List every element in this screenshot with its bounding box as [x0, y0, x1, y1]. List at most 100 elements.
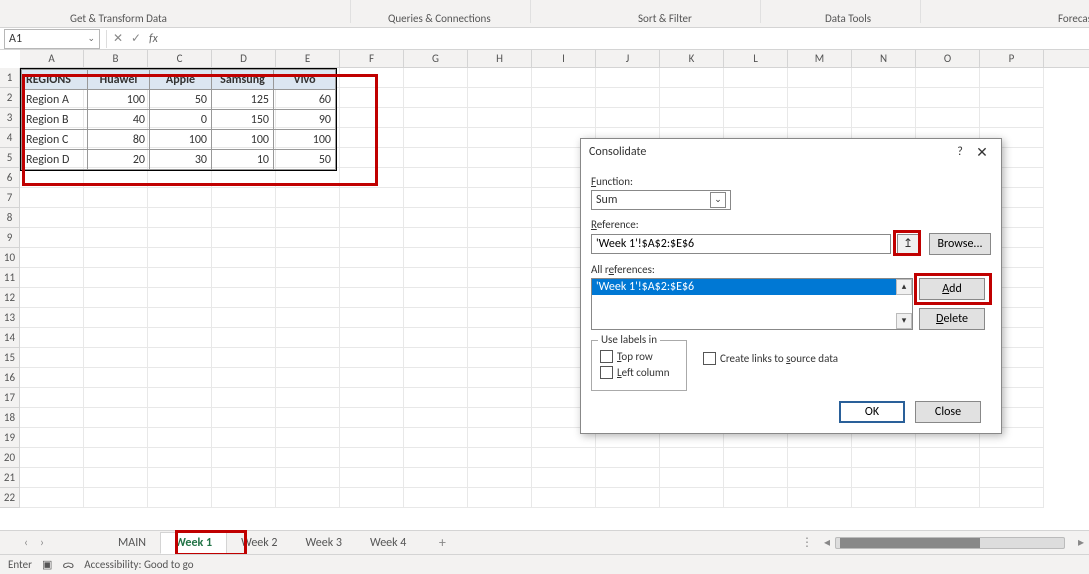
cell[interactable] — [84, 248, 148, 268]
cell[interactable] — [148, 288, 212, 308]
column-header[interactable]: B — [84, 50, 148, 67]
cell[interactable] — [852, 88, 916, 108]
row-header[interactable]: 9 — [0, 228, 20, 248]
cell[interactable] — [148, 228, 212, 248]
cell[interactable] — [916, 448, 980, 468]
table-cell[interactable]: 150 — [212, 110, 274, 130]
cell[interactable] — [660, 448, 724, 468]
cell[interactable] — [148, 168, 212, 188]
cell[interactable] — [404, 168, 468, 188]
hscroll-left-icon[interactable]: ◂ — [819, 535, 835, 550]
cell[interactable] — [468, 248, 532, 268]
cell[interactable] — [724, 68, 788, 88]
name-box-dropdown-icon[interactable]: ⌄ — [87, 33, 95, 44]
cell[interactable] — [20, 308, 84, 328]
browse-button[interactable]: Browse... — [929, 233, 991, 255]
row-header[interactable]: 3 — [0, 108, 20, 128]
left-column-checkbox[interactable]: Left column — [600, 366, 678, 379]
cell[interactable] — [212, 348, 276, 368]
cell[interactable] — [148, 388, 212, 408]
row-header[interactable]: 14 — [0, 328, 20, 348]
cell[interactable] — [404, 68, 468, 88]
cell[interactable] — [212, 408, 276, 428]
cell[interactable] — [20, 188, 84, 208]
cell[interactable] — [84, 428, 148, 448]
cell[interactable] — [20, 268, 84, 288]
row-header[interactable]: 18 — [0, 408, 20, 428]
row-header[interactable]: 5 — [0, 148, 20, 168]
cell[interactable] — [340, 168, 404, 188]
table-cell[interactable]: 90 — [274, 110, 336, 130]
cell[interactable] — [212, 288, 276, 308]
cell[interactable] — [916, 88, 980, 108]
cell[interactable] — [596, 448, 660, 468]
cell[interactable] — [148, 368, 212, 388]
cell[interactable] — [404, 408, 468, 428]
table-cell[interactable]: 80 — [88, 130, 150, 150]
row-header[interactable]: 17 — [0, 388, 20, 408]
cell[interactable] — [340, 248, 404, 268]
cell[interactable] — [404, 188, 468, 208]
cell[interactable] — [276, 208, 340, 228]
cell[interactable] — [84, 488, 148, 508]
cell[interactable] — [276, 408, 340, 428]
cell[interactable] — [212, 388, 276, 408]
sheet-tab-week-1[interactable]: Week 1 — [160, 532, 227, 554]
scroll-up-icon[interactable]: ▴ — [896, 279, 912, 295]
row-header[interactable]: 21 — [0, 468, 20, 488]
cell[interactable] — [148, 408, 212, 428]
cell[interactable] — [212, 188, 276, 208]
cell[interactable] — [596, 488, 660, 508]
sheet-tab-week-3[interactable]: Week 3 — [292, 533, 356, 553]
cell[interactable] — [596, 88, 660, 108]
cell[interactable] — [468, 288, 532, 308]
cell[interactable] — [276, 428, 340, 448]
cell[interactable] — [404, 488, 468, 508]
reference-input[interactable] — [591, 234, 891, 254]
cell[interactable] — [404, 468, 468, 488]
cell[interactable] — [20, 368, 84, 388]
table-cell[interactable]: 100 — [274, 130, 336, 150]
cell[interactable] — [660, 68, 724, 88]
row-header[interactable]: 10 — [0, 248, 20, 268]
cell[interactable] — [916, 108, 980, 128]
formula-enter-icon[interactable]: ✓ — [127, 31, 145, 46]
scroll-down-icon[interactable]: ▾ — [896, 313, 912, 329]
tab-options-icon[interactable]: ⋮ — [801, 535, 813, 550]
cell[interactable] — [404, 108, 468, 128]
cell[interactable] — [404, 228, 468, 248]
cell[interactable] — [852, 488, 916, 508]
cell[interactable] — [340, 308, 404, 328]
cell[interactable] — [276, 448, 340, 468]
cell[interactable] — [84, 228, 148, 248]
cell[interactable] — [980, 488, 1044, 508]
cell[interactable] — [20, 208, 84, 228]
cell[interactable] — [20, 288, 84, 308]
cell[interactable] — [404, 148, 468, 168]
cell[interactable] — [276, 488, 340, 508]
cell[interactable] — [724, 488, 788, 508]
row-header[interactable]: 7 — [0, 188, 20, 208]
tab-nav-right-icon[interactable]: › — [34, 536, 50, 550]
cell[interactable] — [212, 168, 276, 188]
cell[interactable] — [84, 268, 148, 288]
table-cell[interactable]: Region C — [22, 130, 88, 150]
cell[interactable] — [596, 68, 660, 88]
cell[interactable] — [276, 288, 340, 308]
cell[interactable] — [212, 228, 276, 248]
cell[interactable] — [212, 328, 276, 348]
cell[interactable] — [852, 468, 916, 488]
cell[interactable] — [468, 328, 532, 348]
cell[interactable] — [404, 208, 468, 228]
cell[interactable] — [468, 128, 532, 148]
cell[interactable] — [980, 108, 1044, 128]
cell[interactable] — [148, 268, 212, 288]
row-header[interactable]: 16 — [0, 368, 20, 388]
row-header[interactable]: 12 — [0, 288, 20, 308]
row-header[interactable]: 22 — [0, 488, 20, 508]
cell[interactable] — [148, 208, 212, 228]
cell[interactable] — [148, 468, 212, 488]
cell[interactable] — [84, 168, 148, 188]
cell[interactable] — [980, 448, 1044, 468]
cell[interactable] — [212, 368, 276, 388]
